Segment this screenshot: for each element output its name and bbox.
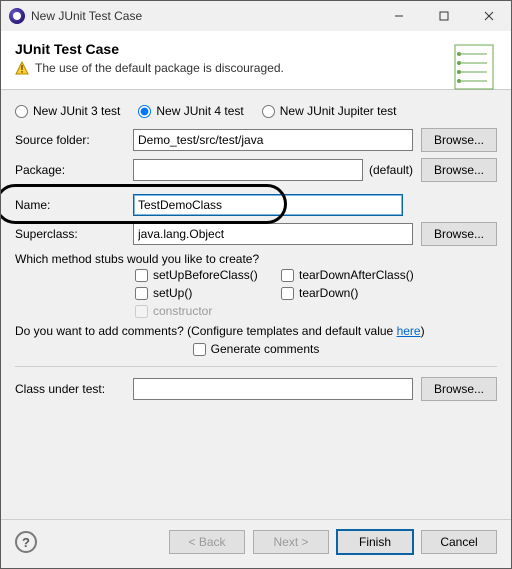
name-input[interactable] [133,194,403,216]
back-button: < Back [169,530,245,554]
chk-generate-comments[interactable]: Generate comments [193,342,320,356]
wizard-footer: ? < Back Next > Finish Cancel [1,519,511,568]
package-browse-button[interactable]: Browse... [421,158,497,182]
chk-setup[interactable]: setUp() [135,286,275,300]
superclass-label: Superclass: [15,227,125,241]
configure-templates-link[interactable]: here [397,324,421,338]
package-input[interactable] [133,159,363,181]
close-button[interactable] [466,1,511,31]
wizard-header: JUnit Test Case The use of the default p… [1,31,511,90]
package-label: Package: [15,163,125,177]
help-button[interactable]: ? [15,531,37,553]
warning-icon [15,61,29,75]
finish-button[interactable]: Finish [337,530,413,554]
superclass-input[interactable] [133,223,413,245]
window-title: New JUnit Test Case [31,9,376,23]
chk-teardown[interactable]: tearDown() [281,286,441,300]
wizard-content: New JUnit 3 test New JUnit 4 test New JU… [1,90,511,519]
chk-setupbeforeclass[interactable]: setUpBeforeClass() [135,268,275,282]
dialog-window: New JUnit Test Case JUnit Test Case The … [0,0,512,569]
class-under-test-browse-button[interactable]: Browse... [421,377,497,401]
next-button: Next > [253,530,329,554]
titlebar: New JUnit Test Case [1,1,511,31]
name-label: Name: [15,198,125,212]
cancel-button[interactable]: Cancel [421,530,497,554]
radio-jupiter[interactable]: New JUnit Jupiter test [262,104,397,118]
minimize-button[interactable] [376,1,421,31]
eclipse-icon [9,8,25,24]
radio-junit3[interactable]: New JUnit 3 test [15,104,120,118]
warning-message: The use of the default package is discou… [15,61,497,75]
maximize-button[interactable] [421,1,466,31]
junit-version-radios: New JUnit 3 test New JUnit 4 test New JU… [15,104,497,118]
source-folder-browse-button[interactable]: Browse... [421,128,497,152]
class-under-test-input[interactable] [133,378,413,400]
class-under-test-label: Class under test: [15,382,125,396]
junit-banner-icon [445,39,501,95]
separator [15,366,497,367]
chk-constructor: constructor [135,304,275,318]
comments-question: Do you want to add comments? (Configure … [15,324,425,338]
warning-text: The use of the default package is discou… [35,61,284,75]
source-folder-label: Source folder: [15,133,125,147]
chk-teardownafterclass[interactable]: tearDownAfterClass() [281,268,441,282]
package-default-suffix: (default) [369,163,413,177]
stubs-question: Which method stubs would you like to cre… [15,252,497,266]
page-title: JUnit Test Case [15,41,497,57]
superclass-browse-button[interactable]: Browse... [421,222,497,246]
radio-junit4[interactable]: New JUnit 4 test [138,104,243,118]
source-folder-input[interactable] [133,129,413,151]
